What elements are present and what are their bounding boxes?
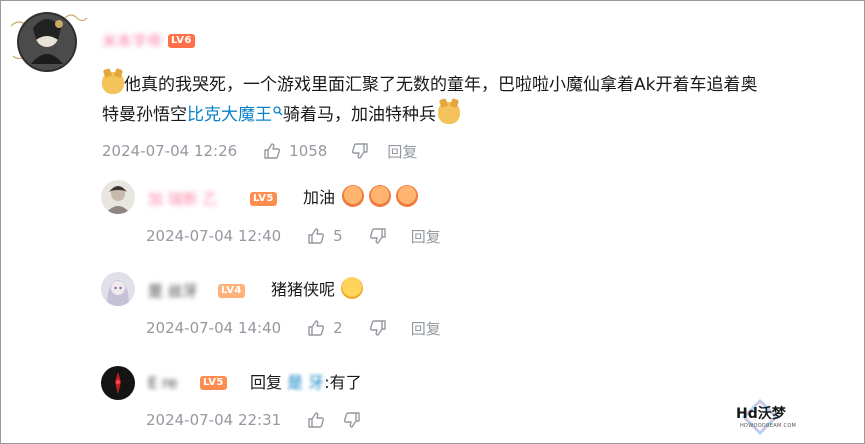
reply-meta: 2024-07-04 14:40 2 回复	[146, 317, 441, 339]
search-icon	[273, 106, 283, 116]
thumbs-up-icon	[308, 228, 325, 244]
doge-emoji-icon	[102, 72, 124, 94]
thumbs-down-icon	[344, 412, 360, 428]
level-badge: LV6	[168, 33, 195, 48]
emoji-icon	[369, 185, 392, 207]
reply-time: 2024-07-04 22:31	[146, 411, 282, 429]
reply-meta: 2024-07-04 12:40 5 回复	[146, 225, 441, 247]
like-count: 5	[333, 227, 343, 245]
reply-time: 2024-07-04 12:40	[146, 227, 282, 245]
reply-text: 加油	[303, 188, 336, 207]
thumbs-up-icon	[308, 320, 325, 336]
thumbs-down-icon	[369, 320, 386, 336]
username[interactable]: 米本字帝	[102, 30, 162, 51]
reply-content: 回复 是 牙:有了	[250, 371, 362, 395]
reply-button[interactable]: 回复	[387, 141, 417, 162]
reply-username[interactable]: 是 丝牙	[148, 280, 212, 301]
comment-meta: 2024-07-04 12:26 1058 回复	[102, 140, 417, 162]
level-badge: LV4	[218, 283, 245, 298]
reply-button[interactable]: 回复	[411, 318, 441, 339]
dislike-button[interactable]	[343, 411, 361, 429]
like-button[interactable]: 2	[307, 319, 343, 337]
watermark-logo: Hd沃梦 HDWOODREAM.COM	[732, 397, 796, 437]
emoji-icon	[342, 185, 365, 207]
watermark-subtext: HDWOODREAM.COM	[740, 423, 797, 429]
reply-text: 猪猪侠呢	[271, 280, 336, 299]
like-button[interactable]: 1058	[263, 142, 327, 160]
comment-line-1: 他真的我哭死，一个游戏里面汇聚了无数的童年，巴啦啦小魔仙拿着Ak开着车追着奥	[124, 75, 758, 95]
dislike-button[interactable]	[369, 227, 387, 245]
thumbs-down-icon	[369, 228, 386, 244]
like-button[interactable]: 5	[307, 227, 343, 245]
comment-time: 2024-07-04 12:26	[102, 142, 238, 160]
reply-meta: 2024-07-04 22:31	[146, 409, 361, 431]
doge-emoji-icon	[438, 102, 460, 124]
dislike-button[interactable]	[369, 319, 387, 337]
emoji-icon	[341, 277, 364, 299]
thumbs-up-icon	[308, 412, 325, 428]
reply-text: :有了	[324, 373, 362, 392]
reply-prefix: 回复	[250, 373, 283, 392]
reply-content: 猪猪侠呢	[271, 277, 364, 302]
emoji-icon	[396, 185, 419, 207]
thumbs-down-icon	[352, 143, 369, 159]
search-keyword-link[interactable]: 比克大魔王	[187, 105, 283, 125]
reply-username[interactable]: 加 瑞新 乙	[148, 188, 244, 209]
reply-time: 2024-07-04 14:40	[146, 319, 282, 337]
level-badge: LV5	[250, 191, 277, 206]
reply-avatar[interactable]	[101, 272, 135, 306]
comment-line-2-suffix: 骑着马，加油特种兵	[283, 105, 436, 125]
like-count: 2	[333, 319, 343, 337]
reply-avatar[interactable]	[101, 180, 135, 214]
comment-text: 他真的我哭死，一个游戏里面汇聚了无数的童年，巴啦啦小魔仙拿着Ak开着车追着奥 特…	[102, 70, 757, 130]
level-badge: LV5	[200, 376, 227, 390]
comment-line-2-prefix: 特曼孙悟空	[102, 105, 187, 125]
reply-username[interactable]: E re	[148, 374, 194, 392]
like-button[interactable]	[307, 411, 325, 429]
reply-content: 加油	[303, 185, 419, 210]
dislike-button[interactable]	[351, 142, 369, 160]
avatar[interactable]	[7, 4, 91, 74]
reply-avatar[interactable]	[101, 366, 135, 400]
mention-link[interactable]: 是 牙	[287, 373, 324, 392]
thumbs-up-icon	[264, 143, 281, 159]
watermark-text: Hd沃梦	[736, 406, 786, 422]
like-count: 1058	[289, 142, 328, 160]
reply-button[interactable]: 回复	[411, 226, 441, 247]
